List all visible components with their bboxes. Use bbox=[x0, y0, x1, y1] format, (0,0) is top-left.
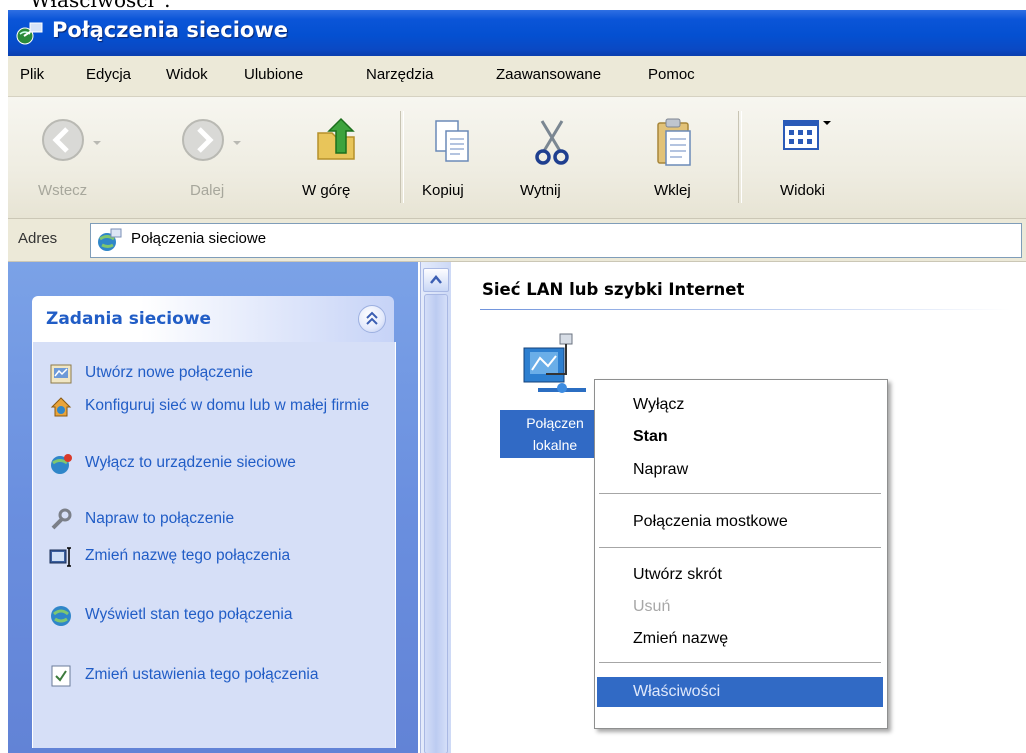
menu-separator bbox=[599, 662, 881, 663]
disable-device-icon bbox=[51, 454, 72, 474]
scroll-up-button[interactable] bbox=[423, 268, 449, 292]
task-label: Wyłącz to urządzenie sieciowe bbox=[85, 454, 296, 471]
paste-button[interactable]: Wklej bbox=[634, 97, 714, 218]
menu-advanced[interactable]: Zaawansowane bbox=[496, 66, 601, 83]
back-button[interactable]: Wstecz bbox=[24, 97, 114, 218]
chevron-up-icon bbox=[430, 275, 442, 284]
task-label: Wyświetl stan tego połączenia bbox=[85, 606, 293, 623]
up-button[interactable]: W górę bbox=[290, 97, 380, 218]
menu-item-label: Utwórz skrót bbox=[633, 566, 722, 583]
network-connections-icon bbox=[16, 22, 43, 45]
settings-document-icon bbox=[51, 665, 71, 687]
toolbar-separator bbox=[738, 111, 742, 203]
group-title: Sieć LAN lub szybki Internet bbox=[482, 280, 745, 299]
menu-item-properties[interactable]: Właściwości bbox=[597, 677, 883, 707]
network-tasks-panel: Zadania sieciowe Utwórz nowe połączenie bbox=[32, 296, 396, 748]
menu-item-disable[interactable]: Wyłącz bbox=[597, 390, 883, 420]
menu-file[interactable]: Plik bbox=[20, 66, 44, 83]
rename-icon bbox=[49, 547, 71, 567]
folder-up-icon bbox=[317, 117, 355, 160]
toolbar-separator bbox=[400, 111, 404, 203]
scissors-icon bbox=[535, 120, 569, 165]
task-label: Konfiguruj sieć w domu lub w małej firmi… bbox=[85, 397, 370, 414]
menu-item-label: Stan bbox=[633, 428, 668, 445]
network-tasks-list: Utwórz nowe połączenie Konfiguruj sieć w… bbox=[32, 342, 396, 748]
back-label: Wstecz bbox=[38, 182, 88, 199]
menu-edit[interactable]: Edycja bbox=[86, 66, 131, 83]
menu-item-repair[interactable]: Napraw bbox=[597, 455, 883, 485]
forward-dropdown-icon bbox=[233, 141, 241, 145]
menu-view[interactable]: Widok bbox=[166, 66, 208, 83]
menu-separator bbox=[599, 547, 881, 548]
group-divider bbox=[480, 309, 1010, 310]
menu-item-delete: Usuń bbox=[597, 592, 883, 622]
menu-item-label: Właściwości bbox=[633, 683, 721, 700]
collapse-button[interactable] bbox=[358, 305, 386, 333]
repair-wrench-icon bbox=[51, 508, 72, 530]
menu-item-label: Usuń bbox=[633, 598, 671, 615]
menu-item-label: Wyłącz bbox=[633, 396, 685, 413]
address-field[interactable]: Połączenia sieciowe bbox=[90, 223, 1022, 258]
menu-favorites[interactable]: Ulubione bbox=[244, 66, 303, 83]
caption-text: Właściwości”. bbox=[30, 0, 170, 10]
vertical-scrollbar[interactable] bbox=[420, 262, 451, 753]
copy-icon bbox=[435, 120, 469, 162]
window-title: Połączenia sieciowe bbox=[52, 18, 288, 42]
views-grid-icon bbox=[783, 120, 831, 150]
network-tasks-header[interactable]: Zadania sieciowe bbox=[32, 296, 394, 342]
address-value: Połączenia sieciowe bbox=[131, 230, 267, 247]
explorer-window: Połączenia sieciowe Plik Edycja Widok Ul… bbox=[8, 10, 1026, 753]
network-folder-icon bbox=[98, 228, 122, 251]
forward-button[interactable]: Dalej bbox=[168, 97, 258, 218]
context-menu: Wyłącz Stan Napraw Połączenia mostkowe U… bbox=[594, 379, 888, 729]
forward-arrow-icon bbox=[182, 119, 224, 161]
home-network-icon bbox=[50, 397, 72, 417]
menu-item-create-shortcut[interactable]: Utwórz skrót bbox=[597, 560, 883, 590]
cut-label: Wytnij bbox=[520, 182, 561, 199]
paste-clipboard-icon bbox=[657, 118, 691, 166]
up-label: W górę bbox=[302, 182, 351, 199]
task-label: Zmień nazwę tego połączenia bbox=[85, 547, 291, 564]
scroll-thumb[interactable] bbox=[424, 294, 448, 753]
menu-item-rename[interactable]: Zmień nazwę bbox=[597, 624, 883, 654]
menu-separator bbox=[599, 493, 881, 494]
address-label: Adres bbox=[18, 230, 58, 247]
menu-item-bridge-connections[interactable]: Połączenia mostkowe bbox=[597, 507, 883, 537]
copy-button[interactable]: Kopiuj bbox=[412, 97, 492, 218]
task-label: Napraw to połączenie bbox=[85, 510, 235, 527]
network-tasks-title: Zadania sieciowe bbox=[46, 309, 212, 329]
cut-button[interactable]: Wytnij bbox=[506, 97, 596, 218]
chevron-up-double-icon bbox=[366, 311, 378, 325]
menu-item-label: Napraw bbox=[633, 461, 689, 478]
status-globe-icon bbox=[51, 606, 71, 626]
paste-label: Wklej bbox=[654, 182, 691, 199]
copy-label: Kopiuj bbox=[422, 182, 464, 199]
menu-tools[interactable]: Narzędzia bbox=[366, 66, 434, 83]
lan-connection-icon bbox=[523, 333, 586, 393]
title-bar[interactable]: Połączenia sieciowe bbox=[8, 10, 1026, 56]
new-connection-icon bbox=[50, 364, 72, 384]
menu-help[interactable]: Pomoc bbox=[648, 66, 695, 83]
menu-item-status[interactable]: Stan bbox=[597, 422, 883, 452]
menu-item-label: Połączenia mostkowe bbox=[633, 513, 788, 530]
address-bar: Adres Połączenia sieciowe bbox=[8, 219, 1026, 262]
document-caption: Właściwości”. bbox=[0, 0, 1026, 10]
views-label: Widoki bbox=[780, 182, 826, 199]
task-label: Utwórz nowe połączenie bbox=[85, 364, 254, 381]
views-button[interactable]: Widoki bbox=[762, 97, 852, 218]
back-dropdown-icon bbox=[93, 141, 101, 145]
task-label: Zmień ustawienia tego połączenia bbox=[85, 666, 319, 683]
back-arrow-icon bbox=[42, 119, 84, 161]
menu-item-label: Zmień nazwę bbox=[633, 630, 729, 647]
toolbar: Wstecz Dalej W górę Kopiuj Wytnij Wklej … bbox=[8, 97, 1026, 219]
forward-label: Dalej bbox=[190, 182, 225, 199]
menu-bar: Plik Edycja Widok Ulubione Narzędzia Zaa… bbox=[8, 56, 1026, 97]
task-pane: Zadania sieciowe Utwórz nowe połączenie bbox=[8, 262, 418, 753]
